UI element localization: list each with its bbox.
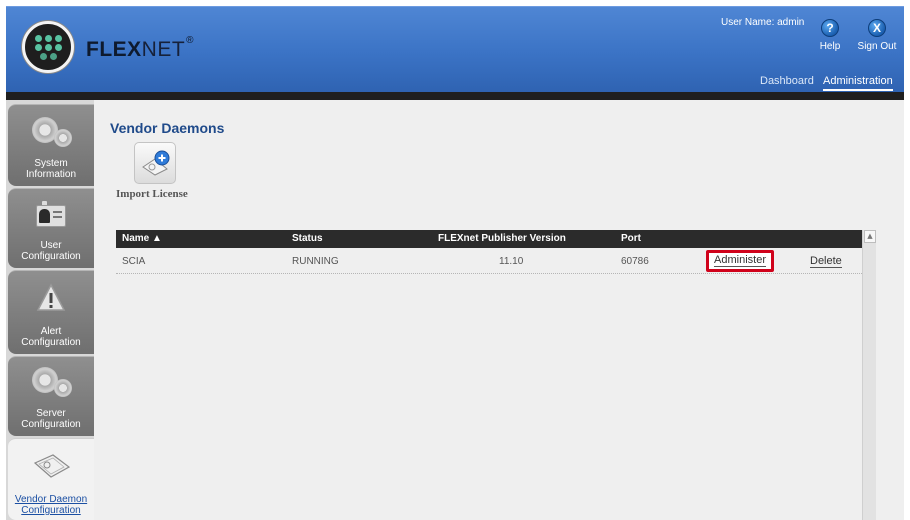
warning-icon: [36, 283, 66, 313]
sign-out-label: Sign Out: [857, 41, 897, 52]
sidebar-item-vendor-daemon-configuration[interactable]: Vendor Daemon Configuration: [8, 438, 94, 520]
signout-icon: X: [868, 19, 886, 37]
sidebar-item-label: Server Configuration: [21, 408, 81, 430]
brand-registered-mark: ®: [186, 35, 195, 46]
sidebar-item-user-configuration[interactable]: User Configuration: [8, 188, 94, 268]
cell-status: RUNNING: [292, 256, 339, 267]
column-header-version[interactable]: FLEXnet Publisher Version: [438, 233, 566, 244]
help-icon: ?: [821, 19, 839, 37]
sidebar: System Information User Configuration Aler…: [6, 100, 94, 520]
sidebar-item-alert-configuration[interactable]: Alert Configuration: [8, 270, 94, 354]
sidebar-item-label: Alert Configuration: [21, 326, 81, 348]
user-badge-icon: [36, 201, 66, 229]
gears-icon: [28, 365, 74, 405]
brand-light: NET: [141, 38, 186, 61]
scroll-up-icon[interactable]: ▲: [864, 230, 876, 243]
cell-name: SCIA: [122, 256, 146, 267]
header-bar: FLEXNET® User Name: admin ? Help X Sign …: [6, 6, 904, 92]
help-button[interactable]: ? Help: [810, 19, 850, 52]
main-content: Vendor Daemons Import License Name ▲ Sta…: [94, 100, 904, 520]
brand-wordmark: FLEXNET®: [86, 35, 195, 62]
administer-button[interactable]: Administer: [706, 250, 774, 272]
brand-bold: FLEX: [86, 38, 142, 61]
import-license-icon: [142, 150, 170, 176]
sidebar-item-label: User Configuration: [21, 240, 81, 262]
column-header-status[interactable]: Status: [292, 233, 323, 244]
header-divider: [6, 92, 904, 100]
table-header: Name ▲ Status FLEXnet Publisher Version …: [116, 230, 862, 248]
table-row: SCIA RUNNING 11.10 60786 Administer Dele…: [116, 248, 862, 274]
sidebar-item-system-information[interactable]: System Information: [8, 104, 94, 186]
import-license-button[interactable]: [134, 142, 176, 184]
help-label: Help: [819, 41, 841, 52]
gears-icon: [28, 115, 74, 155]
delete-link[interactable]: Delete: [810, 255, 842, 268]
nav-administration[interactable]: Administration: [823, 75, 893, 91]
cell-port: 60786: [621, 256, 649, 267]
administer-label: Administer: [714, 254, 766, 267]
user-name-label: User Name: admin: [721, 17, 805, 28]
app-window: FLEXNET® User Name: admin ? Help X Sign …: [0, 0, 910, 520]
sidebar-item-label: Vendor Daemon Configuration: [14, 494, 88, 516]
table-scrollbar[interactable]: ▲: [862, 230, 876, 520]
column-header-port[interactable]: Port: [621, 233, 641, 244]
license-certificate-icon: [31, 453, 71, 481]
import-license-label[interactable]: Import License: [116, 188, 188, 200]
column-header-name[interactable]: Name ▲: [122, 233, 162, 244]
page-title: Vendor Daemons: [110, 120, 225, 136]
nav-dashboard[interactable]: Dashboard: [760, 75, 814, 87]
sign-out-button[interactable]: X Sign Out: [857, 19, 897, 52]
sidebar-item-label: System Information: [25, 158, 77, 180]
cell-version: 11.10: [499, 256, 524, 267]
flexnet-logo-icon: [22, 21, 74, 73]
sidebar-item-server-configuration[interactable]: Server Configuration: [8, 356, 94, 436]
